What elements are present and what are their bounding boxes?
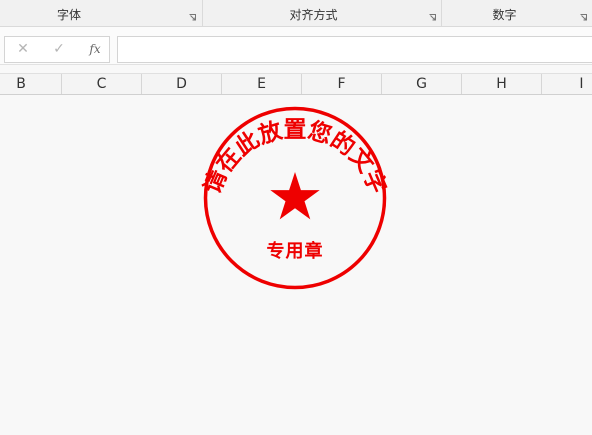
dialog-launcher-icon[interactable] xyxy=(189,14,196,21)
column-header-c[interactable]: C xyxy=(61,74,141,94)
column-header-h[interactable]: H xyxy=(461,74,541,94)
dialog-launcher-icon[interactable] xyxy=(429,14,436,21)
ribbon-group-bar: 字体 对齐方式 数字 xyxy=(0,0,592,27)
ribbon-group-label: 数字 xyxy=(492,8,517,22)
enter-icon[interactable]: ✓ xyxy=(48,37,70,62)
column-header-e[interactable]: E xyxy=(221,74,301,94)
ribbon-group-alignment: 对齐方式 xyxy=(202,0,442,26)
ribbon-group-label: 字体 xyxy=(56,8,81,22)
column-header-b[interactable]: B xyxy=(0,74,61,94)
formula-bar: ✕ ✓ fx xyxy=(0,27,592,65)
column-header-g[interactable]: G xyxy=(381,74,461,94)
column-header-d[interactable]: D xyxy=(141,74,221,94)
worksheet-area[interactable]: 请在此放置您的文字 专用章 xyxy=(0,94,592,435)
seal-bottom-text: 专用章 xyxy=(267,240,324,262)
dialog-launcher-icon[interactable] xyxy=(580,14,587,21)
column-header-i[interactable]: I xyxy=(541,74,592,94)
column-header-f[interactable]: F xyxy=(301,74,381,94)
ribbon-group-font: 字体 xyxy=(0,0,202,26)
formula-buttons: ✕ ✓ fx xyxy=(4,36,110,63)
star-icon xyxy=(270,172,320,220)
column-headers: B C D E F G H I xyxy=(0,73,592,95)
seal-stamp[interactable]: 请在此放置您的文字 专用章 xyxy=(0,94,592,435)
ribbon-group-label: 对齐方式 xyxy=(289,8,338,22)
cancel-icon[interactable]: ✕ xyxy=(12,37,34,62)
formula-input[interactable] xyxy=(117,36,592,63)
insert-function-button[interactable]: fx xyxy=(84,37,106,62)
ribbon-group-number: 数字 xyxy=(441,0,592,26)
